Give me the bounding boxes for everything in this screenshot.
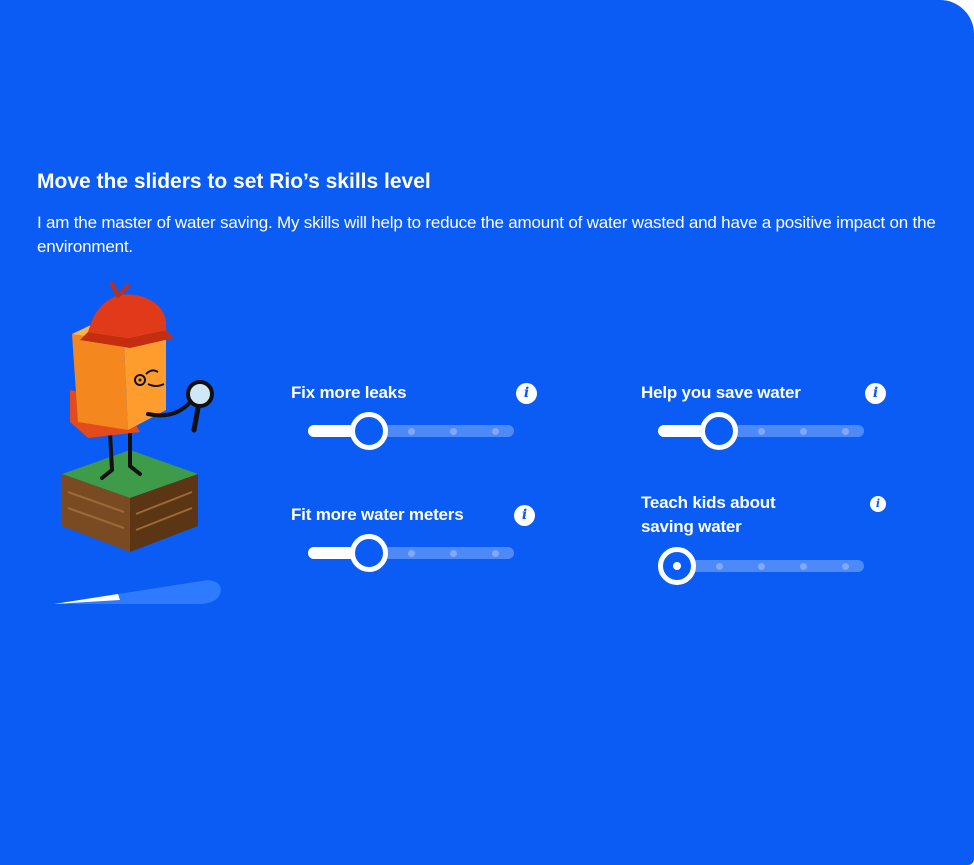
- fit-more-water-meters-slider[interactable]: [308, 533, 514, 573]
- slider-thumb[interactable]: [350, 412, 388, 450]
- slider-thumb[interactable]: [658, 547, 696, 585]
- slider-step-dot: [757, 428, 765, 435]
- slider-step-dot: [841, 428, 849, 435]
- fix-more-leaks-slider[interactable]: [308, 411, 514, 451]
- slider-step-dot: [449, 550, 457, 557]
- slider-step-dot: [799, 428, 807, 435]
- skill-label: Fix more leaks: [291, 383, 407, 402]
- skills-panel: Move the sliders to set Rio’s skills lev…: [0, 0, 974, 865]
- skill-label: Teach kids about saving water: [641, 493, 776, 536]
- slider-step-dot: [799, 563, 807, 570]
- slider-step-dot: [757, 563, 765, 570]
- slider-step-dot: [715, 563, 723, 570]
- info-icon[interactable]: i: [870, 496, 886, 512]
- info-icon[interactable]: i: [865, 383, 886, 404]
- slider-step-dot: [449, 428, 457, 435]
- slider-step-dot: [407, 550, 415, 557]
- help-you-save-water-slider[interactable]: [658, 411, 864, 451]
- slider-step-dot: [407, 428, 415, 435]
- rio-character-illustration: [54, 282, 221, 604]
- skill-label: Help you save water: [641, 383, 801, 402]
- page-description: I am the master of water saving. My skil…: [37, 213, 936, 256]
- info-icon[interactable]: i: [514, 505, 535, 526]
- slider-step-dot: [841, 563, 849, 570]
- slider-step-dot: [491, 428, 499, 435]
- slider-thumb-core: [673, 562, 681, 570]
- slider-thumb[interactable]: [350, 534, 388, 572]
- slider-step-dot: [491, 550, 499, 557]
- teach-kids-slider[interactable]: [658, 546, 864, 586]
- slider-thumb[interactable]: [700, 412, 738, 450]
- skill-label: Fit more water meters: [291, 505, 464, 524]
- info-icon[interactable]: i: [516, 383, 537, 404]
- page-title: Move the sliders to set Rio’s skills lev…: [37, 170, 431, 193]
